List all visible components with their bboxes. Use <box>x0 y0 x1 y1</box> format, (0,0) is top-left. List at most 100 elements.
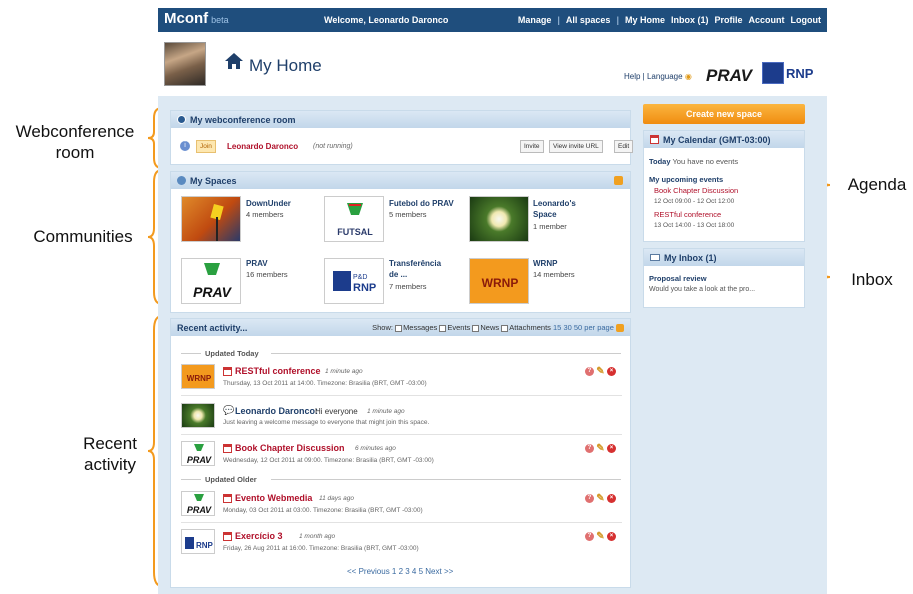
my-spaces-panel: My Spaces DownUnder 4 members FUTSAL Fut… <box>170 171 631 313</box>
language-link[interactable]: Language <box>647 72 683 81</box>
create-new-space-button[interactable]: Create new space <box>643 104 805 124</box>
edit-pencil-icon[interactable]: ✎ <box>596 532 605 542</box>
activity-title-exercicio[interactable]: Exercício 3 <box>235 531 283 541</box>
delete-icon[interactable]: × <box>607 532 616 541</box>
nav-logout[interactable]: Logout <box>791 15 822 25</box>
space-members-transferencia: 7 members <box>389 282 427 291</box>
event-calendar-icon <box>223 494 232 503</box>
recent-activity-header: Recent activity... Show: Messages Events… <box>171 319 630 336</box>
delete-icon[interactable]: × <box>607 367 616 376</box>
pagination[interactable]: << Previous 1 2 3 4 5 Next >> <box>347 567 453 576</box>
filter-events[interactable]: Events <box>447 323 470 332</box>
webconference-panel: My webconference room i Join Leonardo Da… <box>170 110 634 165</box>
room-owner-link[interactable]: Leonardo Daronco <box>227 142 298 151</box>
nav-inbox[interactable]: Inbox (1) <box>671 15 709 25</box>
space-name-wrnp[interactable]: WRNP <box>533 258 557 269</box>
delete-icon[interactable]: × <box>607 444 616 453</box>
per-page-options[interactable]: 15 30 50 per page <box>553 323 614 332</box>
svg-text:WRNP: WRNP <box>482 276 519 290</box>
svg-text:WRNP: WRNP <box>187 374 212 383</box>
calendar-panel-header: My Calendar (GMT-03:00) <box>644 131 804 148</box>
edit-pencil-icon[interactable]: ✎ <box>596 444 605 454</box>
activity-message-title[interactable]: Hi everyone <box>315 407 358 416</box>
question-icon[interactable]: ? <box>585 494 594 503</box>
activity-meta-message: Just leaving a welcome message to everyo… <box>223 419 430 426</box>
delete-icon[interactable]: × <box>607 494 616 503</box>
question-icon[interactable]: ? <box>585 532 594 541</box>
webconference-panel-header: My webconference room <box>171 111 630 128</box>
rss-activity-icon[interactable] <box>616 324 624 332</box>
edit-pencil-icon[interactable]: ✎ <box>596 367 605 377</box>
invite-button[interactable]: Invite <box>520 140 544 153</box>
nav-my-home[interactable]: My Home <box>625 15 665 25</box>
activity-meta-book-chapter: Wednesday, 12 Oct 2011 at 09:00. Timezon… <box>223 457 434 464</box>
space-thumbnail-prav[interactable]: PRAV <box>181 258 241 304</box>
activity-ago-exercicio: 1 month ago <box>299 533 336 540</box>
event-calendar-icon <box>223 367 232 376</box>
svg-text:RNP: RNP <box>353 282 376 294</box>
filter-messages[interactable]: Messages <box>403 323 437 332</box>
help-language-links: Help | Language ◉ <box>624 72 692 81</box>
activity-ago-message: 1 minute ago <box>367 408 405 415</box>
activity-thumbnail-wrnp: WRNP <box>181 364 215 389</box>
space-members-futebol: 5 members <box>389 210 427 219</box>
activity-title-webmedia[interactable]: Evento Webmedia <box>235 493 312 503</box>
annotation-webconference: Webconference room <box>15 122 135 162</box>
space-members-leonardo: 1 member <box>533 222 567 231</box>
nav-account[interactable]: Account <box>749 15 785 25</box>
upcoming-event-2-time: 13 Oct 14:00 - 13 Oct 18:00 <box>654 222 735 229</box>
space-thumbnail-downunder[interactable] <box>181 196 241 242</box>
space-name-downunder[interactable]: DownUnder <box>246 198 291 209</box>
space-thumbnail-wrnp[interactable]: WRNP <box>469 258 529 304</box>
recent-activity-panel: Recent activity... Show: Messages Events… <box>170 318 631 588</box>
mconf-logo[interactable]: Mconf beta <box>164 10 229 27</box>
help-link[interactable]: Help <box>624 72 640 81</box>
updated-older-label: Updated Older <box>205 475 257 484</box>
upcoming-event-2-name[interactable]: RESTful conference <box>654 210 721 219</box>
spaces-icon <box>177 176 186 185</box>
activity-thumbnail-prav: PRAV <box>181 441 215 466</box>
view-invite-url-button[interactable]: View invite URL <box>549 140 603 153</box>
app-window: Mconf beta Welcome, Leonardo Daronco Mana… <box>158 8 827 594</box>
edit-pencil-icon[interactable]: ✎ <box>596 494 605 504</box>
space-name-futebol[interactable]: Futebol do PRAV <box>389 198 454 209</box>
event-calendar-icon <box>223 532 232 541</box>
nav-all-spaces[interactable]: All spaces <box>566 15 611 25</box>
question-icon[interactable]: ? <box>585 444 594 453</box>
edit-room-button[interactable]: Edit <box>614 140 634 153</box>
activity-title-restful[interactable]: RESTful conference <box>235 366 321 376</box>
activity-meta-webmedia: Monday, 03 Oct 2011 at 03:00. Timezone: … <box>223 507 423 514</box>
rss-icon[interactable] <box>614 176 623 185</box>
space-members-prav: 16 members <box>246 270 288 279</box>
upcoming-event-1-name[interactable]: Book Chapter Discussion <box>654 186 738 195</box>
space-name-prav[interactable]: PRAV <box>246 258 268 269</box>
space-thumbnail-futebol[interactable]: FUTSAL <box>324 196 384 242</box>
activity-author[interactable]: Leonardo Daronco: <box>235 406 318 416</box>
filter-attachments[interactable]: Attachments <box>509 323 551 332</box>
question-icon[interactable]: ? <box>585 367 594 376</box>
prav-logo: PRAV <box>706 66 752 85</box>
space-thumbnail-transferencia[interactable]: P&D RNP <box>324 258 384 304</box>
inbox-message-subject[interactable]: Proposal review <box>649 274 707 283</box>
space-thumbnail-leonardo[interactable] <box>469 196 529 242</box>
activity-meta-exercicio: Friday, 26 Aug 2011 at 16:00. Timezone: … <box>223 545 419 552</box>
activity-thumbnail-rnp: RNP <box>181 529 215 554</box>
filter-news[interactable]: News <box>480 323 499 332</box>
info-icon: i <box>180 141 190 151</box>
svg-text:PRAV: PRAV <box>193 284 233 300</box>
join-button[interactable]: Join <box>196 140 216 153</box>
language-icon: ◉ <box>684 72 692 81</box>
space-members-wrnp: 14 members <box>533 270 575 279</box>
activity-title-book-chapter[interactable]: Book Chapter Discussion <box>235 443 345 453</box>
top-nav-links: Manage | All spaces | My Home Inbox (1) … <box>517 15 822 25</box>
inbox-panel-header: My Inbox (1) <box>644 249 804 266</box>
annotation-agenda: Agenda <box>847 175 907 194</box>
nav-manage[interactable]: Manage <box>518 15 552 25</box>
svg-text:PRAV: PRAV <box>187 505 212 515</box>
annotation-recent-activity: Recent activity <box>83 434 137 474</box>
avatar[interactable] <box>164 42 206 86</box>
space-members-downunder: 4 members <box>246 210 284 219</box>
space-name-transferencia[interactable]: Transferência de ... <box>389 258 449 280</box>
nav-profile[interactable]: Profile <box>714 15 742 25</box>
space-name-leonardo[interactable]: Leonardo's Space <box>533 198 593 220</box>
